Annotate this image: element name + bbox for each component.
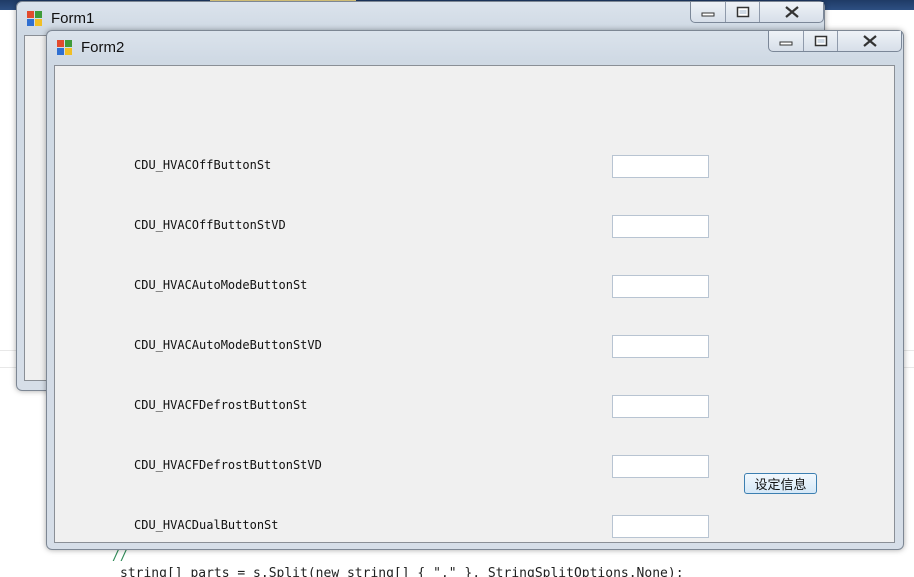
ide-code-comment: // — [112, 549, 128, 564]
form2-title: Form2 — [81, 39, 125, 56]
form2-window[interactable]: Form2 CDU_HVACOffButtonSt CDU_HVACOffBut… — [46, 30, 904, 550]
form1-title: Form1 — [51, 10, 95, 27]
signal-value-input[interactable] — [612, 395, 709, 418]
maximize-icon — [736, 6, 749, 18]
form1-maximize-button[interactable] — [726, 2, 760, 22]
signal-label: CDU_HVACOffButtonStVD — [134, 218, 286, 232]
signal-label: CDU_HVACDualButtonSt — [134, 518, 279, 532]
signal-label: CDU_HVACFDefrostButtonStVD — [134, 458, 322, 472]
close-icon — [784, 6, 799, 18]
windows-form-icon — [27, 11, 43, 27]
form2-maximize-button[interactable] — [804, 31, 838, 51]
form2-close-button[interactable] — [838, 31, 901, 51]
signal-value-input[interactable] — [612, 335, 709, 358]
form1-close-button[interactable] — [760, 2, 823, 22]
form2-client-area: CDU_HVACOffButtonSt CDU_HVACOffButtonStV… — [54, 65, 895, 543]
signal-value-input[interactable] — [612, 515, 709, 538]
form1-caption-buttons — [690, 2, 824, 23]
signal-value-input[interactable] — [612, 215, 709, 238]
form2-minimize-button[interactable] — [769, 31, 804, 51]
maximize-icon — [814, 35, 827, 47]
signal-value-input[interactable] — [612, 275, 709, 298]
signal-label: CDU_HVACFDefrostButtonSt — [134, 398, 308, 412]
signal-value-input[interactable] — [612, 155, 709, 178]
minimize-icon — [701, 12, 715, 17]
signal-label: CDU_HVACAutoModeButtonSt — [134, 278, 308, 292]
signal-label: CDU_HVACAutoModeButtonStVD — [134, 338, 322, 352]
minimize-icon — [779, 41, 793, 46]
signal-value-input[interactable] — [612, 455, 709, 478]
ide-code-line: string[] parts = s.Split(new string[] { … — [120, 566, 684, 577]
form1-minimize-button[interactable] — [691, 2, 726, 22]
close-icon — [862, 35, 877, 47]
windows-form-icon — [57, 40, 73, 56]
signal-label: CDU_HVACOffButtonSt — [134, 158, 272, 172]
set-info-button[interactable]: 设定信息 — [744, 473, 817, 494]
form2-caption-buttons — [768, 31, 902, 52]
